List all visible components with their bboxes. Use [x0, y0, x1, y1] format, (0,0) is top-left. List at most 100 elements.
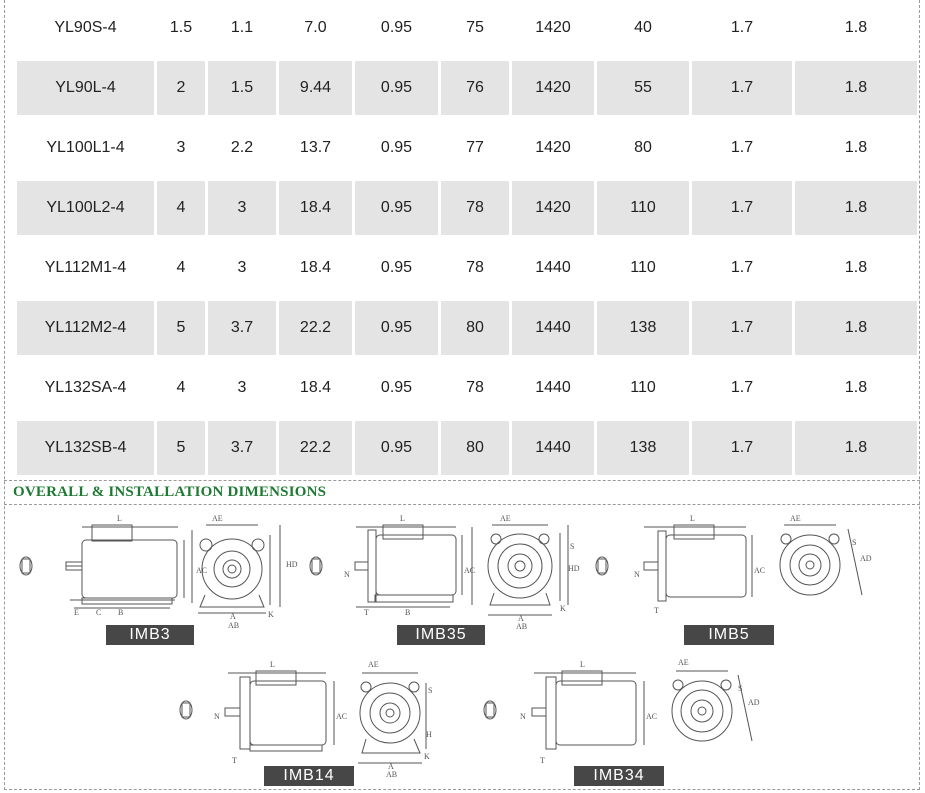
dim-t: T: [232, 756, 237, 765]
end-view-imb3: [198, 524, 281, 614]
model-cell: YL90L-4: [17, 61, 154, 115]
table-row: YL100L2-4 4 3 18.4 0.95 78 1420 110 1.7 1.8: [17, 181, 917, 235]
value-cell: 9.44: [279, 61, 352, 115]
value-cell: 1.7: [692, 421, 792, 475]
dim-ad: AD: [748, 698, 760, 707]
dim-t: T: [364, 608, 369, 617]
value-cell: 0.95: [355, 421, 438, 475]
value-cell: 0.95: [380, 379, 413, 396]
drawing-imb35: L AE N S HD AC A AB B T K: [309, 514, 580, 631]
dim-s: S: [738, 684, 742, 693]
value-cell: 1420: [512, 61, 594, 115]
end-view-imb34: [671, 670, 753, 742]
dim-ac: AC: [336, 712, 347, 721]
value-cell: 18.4: [299, 379, 332, 396]
value-cell: 1.7: [692, 301, 792, 355]
value-cell: 0.95: [355, 301, 438, 355]
model-cell: YL112M2-4: [17, 301, 154, 355]
model-cell: YL100L2-4: [17, 181, 154, 235]
value-cell: 80: [634, 139, 652, 156]
value-cell: 1.7: [692, 61, 792, 115]
dim-ab: AB: [516, 622, 527, 631]
dim-b: B: [118, 608, 123, 617]
dim-ae: AE: [368, 660, 379, 669]
table-row: YL112M2-4 5 3.7 22.2 0.95 80 1440 138 1.7 1.8: [17, 301, 917, 355]
mounting-label-imb14: IMB14: [264, 766, 354, 786]
value-cell: 78: [441, 181, 509, 235]
value-cell: 1.1: [230, 19, 254, 36]
value-cell: 3: [237, 379, 247, 396]
value-cell: 1.8: [844, 379, 868, 396]
dim-s: S: [852, 538, 856, 547]
value-cell: 80: [441, 421, 509, 475]
value-cell: 55: [597, 61, 689, 115]
dim-n: N: [520, 712, 526, 721]
side-view-imb14: [224, 670, 335, 752]
value-cell: 78: [466, 379, 484, 396]
value-cell: 3: [237, 259, 247, 276]
dim-ac: AC: [196, 566, 207, 575]
value-cell: 1440: [535, 379, 571, 396]
dim-ac: AC: [464, 566, 475, 575]
side-view-imb5: [643, 524, 753, 602]
value-cell: 1.5: [169, 19, 193, 36]
value-cell: 1420: [512, 181, 594, 235]
shaft-key-view: [179, 700, 193, 720]
value-cell: 1.8: [795, 181, 917, 235]
dim-k: K: [560, 604, 566, 613]
value-cell: 1.8: [795, 61, 917, 115]
table-row: YL90L-4 2 1.5 9.44 0.95 76 1420 55 1.7 1.8: [17, 61, 917, 115]
dim-ac: AC: [754, 566, 765, 575]
value-cell: 1.8: [795, 301, 917, 355]
dim-l: L: [690, 514, 695, 523]
value-cell: 1.7: [730, 379, 754, 396]
drawing-imb5: L AE N S AD AC T: [595, 514, 872, 615]
side-view-imb3: [65, 524, 193, 609]
value-cell: 3: [176, 139, 186, 156]
installation-drawings: L AE HD AC A AB B C E K L AE N S HD AC A…: [19, 514, 872, 779]
dim-ae: AE: [500, 514, 511, 523]
dim-e: E: [74, 608, 79, 617]
dim-t: T: [540, 756, 545, 765]
dim-s: S: [570, 542, 574, 551]
value-cell: 77: [466, 139, 484, 156]
dim-ad: AD: [860, 554, 872, 563]
side-view-imb35: [354, 524, 473, 608]
value-cell: 1.7: [730, 139, 754, 156]
dim-hd: HD: [286, 560, 298, 569]
end-view-imb5: [779, 524, 863, 596]
shaft-key-view: [19, 556, 33, 576]
value-cell: 18.4: [299, 259, 332, 276]
dim-a: A: [230, 612, 236, 621]
value-cell: 1.8: [844, 19, 868, 36]
value-cell: 0.95: [380, 19, 413, 36]
mounting-label-imb35: IMB35: [397, 625, 485, 645]
shaft-key-view: [309, 556, 323, 576]
table-row: YL90S-4 1.5 1.1 7.0 0.95 75 1420 40 1.7 1.8: [17, 1, 917, 55]
value-cell: 0.95: [380, 139, 413, 156]
value-cell: 1440: [512, 301, 594, 355]
value-cell: 5: [157, 421, 205, 475]
value-cell: 110: [630, 379, 656, 396]
side-view-imb34: [531, 670, 645, 750]
value-cell: 40: [634, 19, 652, 36]
model-cell: YL112M1-4: [44, 259, 127, 276]
value-cell: 1440: [535, 259, 571, 276]
value-cell: 0.95: [380, 259, 413, 276]
value-cell: 4: [176, 379, 186, 396]
dim-ae: AE: [790, 514, 801, 523]
table-row: YL100L1-4 3 2.2 13.7 0.95 77 1420 80 1.7 1.8: [17, 121, 917, 175]
value-cell: 2: [157, 61, 205, 115]
dim-t: T: [654, 606, 659, 615]
model-cell: YL100L1-4: [46, 139, 125, 156]
dim-ac: AC: [646, 712, 657, 721]
dim-ae: AE: [212, 514, 223, 523]
value-cell: 1420: [535, 139, 571, 156]
value-cell: 2.2: [230, 139, 254, 156]
value-cell: 0.95: [355, 61, 438, 115]
value-cell: 1.5: [208, 61, 276, 115]
value-cell: 110: [597, 181, 689, 235]
value-cell: 18.4: [279, 181, 352, 235]
mounting-label-imb5: IMB5: [684, 625, 774, 645]
value-cell: 1.7: [730, 19, 754, 36]
